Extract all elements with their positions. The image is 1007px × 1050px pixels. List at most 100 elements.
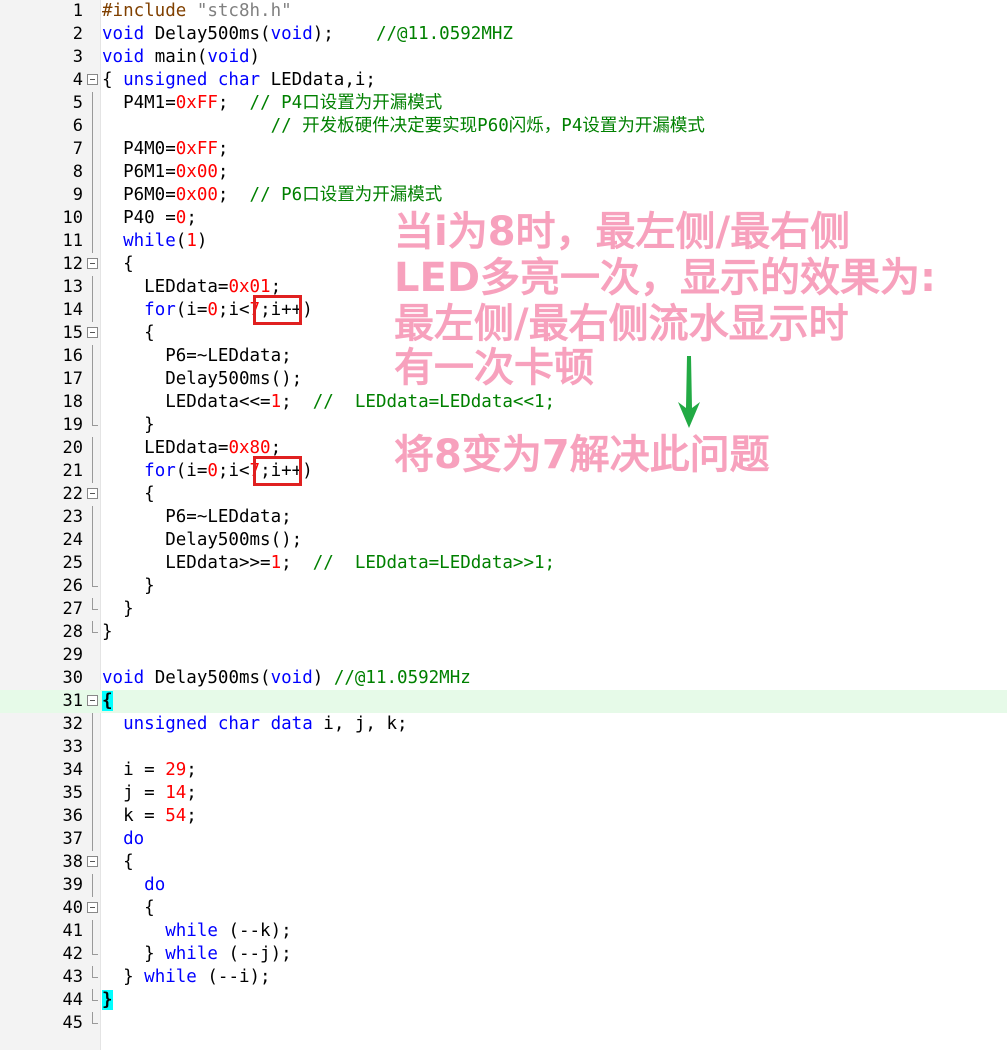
code-text[interactable]: Delay500ms(); xyxy=(102,529,302,552)
code-text[interactable]: // 开发板硬件决定要实现P60闪烁，P4设置为开漏模式 xyxy=(102,115,705,138)
fold-end-marker xyxy=(92,966,98,978)
code-line[interactable]: 35 j = 14; xyxy=(0,782,1007,805)
code-token: unsigned char xyxy=(123,70,261,90)
code-text[interactable]: { xyxy=(102,253,134,276)
code-text[interactable]: Delay500ms(); xyxy=(102,368,302,391)
code-line[interactable]: 9 P6M0=0x00; // P6口设置为开漏模式 xyxy=(0,184,1007,207)
code-line[interactable]: 30 void Delay500ms(void) //@11.0592MHz xyxy=(0,667,1007,690)
code-text[interactable]: #include "stc8h.h" xyxy=(102,0,292,23)
code-text[interactable]: } xyxy=(102,575,155,598)
code-line[interactable]: 32 unsigned char data i, j, k; xyxy=(0,713,1007,736)
code-line[interactable]: 23 P6=~LEDdata; xyxy=(0,506,1007,529)
code-text[interactable]: LEDdata<<=1; // LEDdata=LEDdata<<1; xyxy=(102,391,555,414)
code-line[interactable]: 3 void main(void) xyxy=(0,46,1007,69)
code-text[interactable]: unsigned char data i, j, k; xyxy=(102,713,408,736)
code-text[interactable]: while (--k); xyxy=(102,920,291,943)
code-text[interactable]: do xyxy=(102,874,165,897)
code-text[interactable]: P6M0=0x00; // P6口设置为开漏模式 xyxy=(102,184,442,207)
fold-toggle-icon[interactable] xyxy=(87,258,98,269)
fold-toggle-icon[interactable] xyxy=(87,856,98,867)
code-text[interactable]: do xyxy=(102,828,144,851)
code-line[interactable]: 34 i = 29; xyxy=(0,759,1007,782)
code-text[interactable]: LEDdata>>=1; // LEDdata=LEDdata>>1; xyxy=(102,552,555,575)
code-token: 14 xyxy=(165,783,187,803)
code-text[interactable]: P40 =0; xyxy=(102,207,197,230)
code-text[interactable]: } xyxy=(102,598,134,621)
code-line[interactable]: 6 // 开发板硬件决定要实现P60闪烁，P4设置为开漏模式 xyxy=(0,115,1007,138)
code-line[interactable]: 41 while (--k); xyxy=(0,920,1007,943)
code-line[interactable]: 4 { unsigned char LEDdata,i; xyxy=(0,69,1007,92)
code-line[interactable]: 43 } while (--i); xyxy=(0,966,1007,989)
code-text[interactable]: { xyxy=(102,897,155,920)
code-text[interactable]: } xyxy=(102,989,113,1012)
annotation-line-2: LED多亮一次，显示的效果为: xyxy=(394,255,937,301)
code-line[interactable]: 8 P6M1=0x00; xyxy=(0,161,1007,184)
code-line[interactable]: 45 xyxy=(0,1012,1007,1035)
code-text[interactable]: { xyxy=(102,851,134,874)
fold-toggle-icon[interactable] xyxy=(87,695,98,706)
fold-end-marker xyxy=(92,621,98,633)
code-line[interactable]: 33 xyxy=(0,736,1007,759)
code-token: ; xyxy=(217,185,250,205)
code-line[interactable]: 42 } while (--j); xyxy=(0,943,1007,966)
code-text[interactable]: P6M1=0x00; xyxy=(102,161,228,184)
code-token: 0xFF xyxy=(175,93,218,113)
code-token: while xyxy=(144,967,197,987)
code-line[interactable]: 1 #include "stc8h.h" xyxy=(0,0,1007,23)
code-line[interactable]: 40 { xyxy=(0,897,1007,920)
code-text[interactable]: } while (--i); xyxy=(102,966,271,989)
code-text[interactable]: { xyxy=(102,690,113,713)
code-line[interactable]: 26 } xyxy=(0,575,1007,598)
code-text[interactable]: void Delay500ms(void); //@11.0592MHZ xyxy=(102,23,513,46)
code-line[interactable]: 44} xyxy=(0,989,1007,1012)
code-token: 54 xyxy=(165,806,187,826)
fold-toggle-icon[interactable] xyxy=(87,327,98,338)
code-text[interactable]: } xyxy=(102,414,155,437)
code-text[interactable]: P6=~LEDdata; xyxy=(102,506,291,529)
code-text[interactable]: while(1) xyxy=(102,230,207,253)
code-token: void xyxy=(102,24,145,44)
highlight-box-line-21 xyxy=(253,456,302,486)
code-line[interactable]: 2 void Delay500ms(void); //@11.0592MHZ xyxy=(0,23,1007,46)
code-line[interactable]: 39 do xyxy=(0,874,1007,897)
code-line[interactable]: 24 Delay500ms(); xyxy=(0,529,1007,552)
code-text[interactable]: { xyxy=(102,322,155,345)
fold-guide xyxy=(92,874,93,897)
code-text[interactable]: P4M1=0xFF; // P4口设置为开漏模式 xyxy=(102,92,442,115)
code-editor[interactable]: 1 #include "stc8h.h" 2 void Delay500ms(void… xyxy=(0,0,1007,1050)
fold-toggle-icon[interactable] xyxy=(87,74,98,85)
code-token: { xyxy=(102,691,113,711)
fold-toggle-icon[interactable] xyxy=(87,488,98,499)
code-text[interactable]: { xyxy=(102,483,155,506)
code-line[interactable]: 37 do xyxy=(0,828,1007,851)
code-line[interactable]: 18 LEDdata<<=1; // LEDdata=LEDdata<<1; xyxy=(0,391,1007,414)
code-token: ; xyxy=(281,553,313,573)
code-token: } xyxy=(102,944,166,964)
line-number: 2 xyxy=(72,24,83,44)
code-text[interactable]: void main(void) xyxy=(102,46,260,69)
code-text[interactable]: j = 14; xyxy=(102,782,197,805)
code-text[interactable]: k = 54; xyxy=(102,805,197,828)
code-line[interactable]: 27 } xyxy=(0,598,1007,621)
code-text[interactable]: } xyxy=(102,621,113,644)
code-text[interactable]: void Delay500ms(void) //@11.0592MHz xyxy=(102,667,471,690)
code-line[interactable]: 7 P4M0=0xFF; xyxy=(0,138,1007,161)
code-line[interactable]: 25 LEDdata>>=1; // LEDdata=LEDdata>>1; xyxy=(0,552,1007,575)
code-line[interactable]: 28} xyxy=(0,621,1007,644)
code-line[interactable]: 31 { xyxy=(0,690,1007,713)
code-line[interactable]: 29 xyxy=(0,644,1007,667)
code-line[interactable]: 38 { xyxy=(0,851,1007,874)
code-text[interactable]: { unsigned char LEDdata,i; xyxy=(102,69,376,92)
code-line[interactable]: 36 k = 54; xyxy=(0,805,1007,828)
code-token: Delay500ms( xyxy=(144,668,271,688)
code-text[interactable]: i = 29; xyxy=(102,759,197,782)
code-text[interactable]: } while (--j); xyxy=(102,943,292,966)
code-line[interactable]: 22 { xyxy=(0,483,1007,506)
line-number: 16 xyxy=(62,346,83,366)
code-text[interactable]: P4M0=0xFF; xyxy=(102,138,228,161)
fold-toggle-icon[interactable] xyxy=(87,902,98,913)
code-line[interactable]: 5 P4M1=0xFF; // P4口设置为开漏模式 xyxy=(0,92,1007,115)
code-text[interactable]: P6=~LEDdata; xyxy=(102,345,291,368)
